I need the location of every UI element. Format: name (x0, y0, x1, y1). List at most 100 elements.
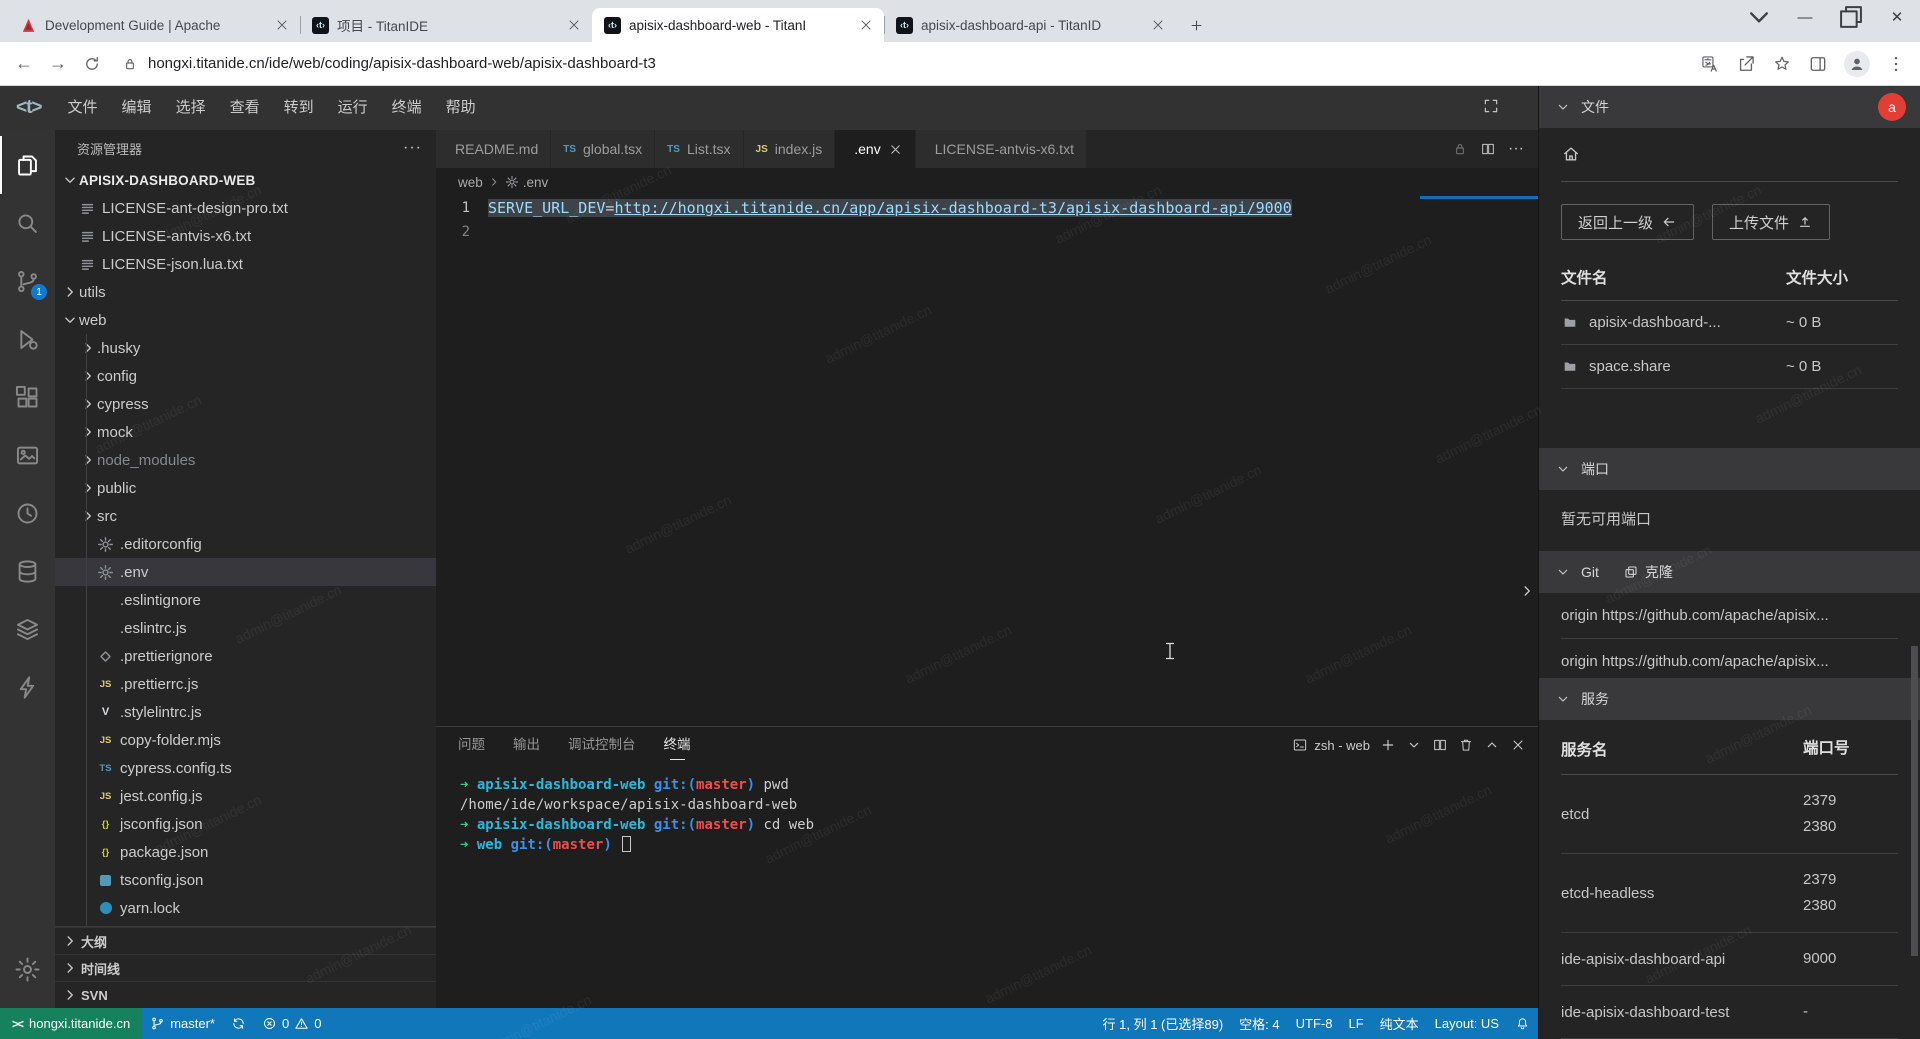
side-panel-icon[interactable] (1808, 54, 1828, 74)
menu-item-go[interactable]: 转到 (272, 86, 326, 130)
share-icon[interactable] (1736, 54, 1756, 74)
tree-item[interactable]: .env (55, 558, 436, 586)
translate-icon[interactable] (1700, 54, 1720, 74)
git-remote-row[interactable]: origin https://github.com/apache/apisix.… (1561, 639, 1898, 678)
tree-root[interactable]: APISIX-DASHBOARD-WEB (55, 166, 436, 194)
clone-button[interactable]: 克隆 (1623, 562, 1673, 582)
tree-item[interactable]: .asf.yaml (55, 922, 436, 926)
sidebar-section-SVN[interactable]: SVN (55, 981, 436, 1008)
tree-item[interactable]: JSjest.config.js (55, 782, 436, 810)
editor-surface[interactable]: 12SERVE_URL_DEV=http://hongxi.titanide.c… (436, 196, 1538, 726)
tree-item[interactable]: LICENSE-ant-design-pro.txt (55, 194, 436, 222)
tree-item[interactable]: LICENSE-antvis-x6.txt (55, 222, 436, 250)
more-actions-icon[interactable]: ··· (1508, 140, 1524, 158)
service-row[interactable]: etcd23792380 (1561, 775, 1898, 854)
browser-menu-icon[interactable] (1886, 54, 1906, 74)
forward-button[interactable]: → (48, 54, 68, 74)
tab-close-icon[interactable] (858, 17, 874, 33)
close-panel-icon[interactable] (1510, 737, 1526, 753)
activity-preview-icon[interactable] (0, 426, 55, 484)
terminal-shell-selector[interactable]: zsh - web (1292, 737, 1370, 753)
tree-item[interactable]: {}jsconfig.json (55, 810, 436, 838)
activity-source-control-icon[interactable]: 1 (0, 252, 55, 310)
status-cursor-position[interactable]: 行 1, 列 1 (已选择89) (1095, 1008, 1232, 1039)
git-section-header[interactable]: Git克隆 (1539, 551, 1920, 593)
status-encoding[interactable]: UTF-8 (1288, 1008, 1341, 1039)
tree-item[interactable]: .eslintignore (55, 586, 436, 614)
ports-section-header[interactable]: 端口 (1539, 448, 1920, 490)
activity-database-icon[interactable] (0, 542, 55, 600)
status-indentation[interactable]: 空格: 4 (1231, 1008, 1287, 1039)
browser-tab[interactable]: Development Guide | Apache (8, 8, 300, 42)
browser-tab[interactable]: ‹t›apisix-dashboard-api - TitanID (884, 8, 1176, 42)
home-button[interactable] (1539, 128, 1920, 181)
service-row[interactable]: ide-apisix-dashboard-test- (1561, 986, 1898, 1039)
tree-item[interactable]: src (55, 502, 436, 530)
new-terminal-icon[interactable] (1380, 737, 1396, 753)
tree-item[interactable]: TScypress.config.ts (55, 754, 436, 782)
window-restore-icon[interactable] (1828, 0, 1874, 34)
terminal-dropdown-icon[interactable] (1406, 737, 1422, 753)
env-url-link[interactable]: http://hongxi.titanide.cn/app/apisix-das… (614, 199, 1291, 217)
menu-item-help[interactable]: 帮助 (434, 86, 488, 130)
terminal-output[interactable]: ➜ apisix-dashboard-web git:(master) pwd/… (436, 763, 1538, 1008)
reload-button[interactable] (82, 54, 102, 74)
split-terminal-icon[interactable] (1432, 737, 1448, 753)
sidebar-section-大纲[interactable]: 大纲 (55, 927, 436, 954)
split-editor-icon[interactable] (1480, 141, 1496, 157)
more-actions-icon[interactable]: ··· (403, 139, 422, 157)
bookmark-star-icon[interactable] (1772, 54, 1792, 74)
tree-item[interactable]: .husky (55, 334, 436, 362)
tree-item[interactable]: {}package.json (55, 838, 436, 866)
window-minimize-icon[interactable]: — (1782, 0, 1828, 34)
sync-button[interactable] (223, 1008, 254, 1039)
service-row[interactable]: ide-apisix-dashboard-api9000 (1561, 933, 1898, 986)
remote-host-indicator[interactable]: ><hongxi.titanide.cn (0, 1008, 142, 1039)
tree-item[interactable]: public (55, 474, 436, 502)
editor-tab[interactable]: LICENSE-antvis-x6.txt (916, 130, 1087, 168)
tree-item[interactable]: node_modules (55, 446, 436, 474)
tree-item[interactable]: config (55, 362, 436, 390)
editor-tab[interactable]: TSList.tsx (655, 130, 743, 168)
tab-close-icon[interactable] (566, 17, 582, 33)
tree-item[interactable]: .eslintrc.js (55, 614, 436, 642)
files-section-header[interactable]: 文件a (1539, 86, 1920, 128)
fullscreen-icon[interactable] (1482, 97, 1500, 120)
back-button[interactable]: ← (14, 54, 34, 74)
menu-item-edit[interactable]: 编辑 (110, 86, 164, 130)
activity-layers-icon[interactable] (0, 600, 55, 658)
editor-tab[interactable]: README.md (436, 130, 551, 168)
tree-item[interactable]: utils (55, 278, 436, 306)
tree-item[interactable]: cypress (55, 390, 436, 418)
panel-tab-problems[interactable]: 问题 (458, 728, 485, 762)
git-remote-row[interactable]: origin https://github.com/apache/apisix.… (1561, 593, 1898, 639)
lock-icon[interactable] (1452, 141, 1468, 157)
file-row[interactable]: space.share~ 0 B (1561, 345, 1898, 389)
panel-tab-terminal[interactable]: 终端 (664, 728, 691, 762)
browser-tab[interactable]: ‹t›apisix-dashboard-web - TitanI (592, 8, 884, 42)
address-url[interactable]: hongxi.titanide.cn/ide/web/coding/apisix… (148, 55, 656, 72)
editor-tab[interactable]: TSglobal.tsx (551, 130, 655, 168)
tree-item[interactable]: LICENSE-json.lua.txt (55, 250, 436, 278)
panel-tab-debug-console[interactable]: 调试控制台 (568, 728, 636, 762)
tree-item[interactable]: web (55, 306, 436, 334)
activity-settings-icon[interactable] (0, 940, 55, 998)
menu-item-selection[interactable]: 选择 (164, 86, 218, 130)
activity-explorer-icon[interactable] (0, 136, 55, 194)
tree-item[interactable]: JScopy-folder.mjs (55, 726, 436, 754)
tab-close-icon[interactable] (888, 142, 903, 157)
tree-item[interactable]: .editorconfig (55, 530, 436, 558)
site-lock-icon[interactable] (122, 56, 138, 72)
status-eol[interactable]: LF (1340, 1008, 1371, 1039)
activity-extensions-icon[interactable] (0, 368, 55, 426)
status-language-mode[interactable]: 纯文本 (1372, 1008, 1427, 1039)
tree-item[interactable]: yarn.lock (55, 894, 436, 922)
activity-run-debug-icon[interactable] (0, 310, 55, 368)
panel-scrollbar[interactable] (1911, 646, 1918, 956)
file-row[interactable]: apisix-dashboard-...~ 0 B (1561, 301, 1898, 345)
activity-search-icon[interactable] (0, 194, 55, 252)
profile-avatar[interactable] (1844, 51, 1870, 77)
notifications-bell[interactable] (1507, 1008, 1538, 1039)
tree-item[interactable]: JS.prettierrc.js (55, 670, 436, 698)
tab-close-icon[interactable] (1150, 17, 1166, 33)
